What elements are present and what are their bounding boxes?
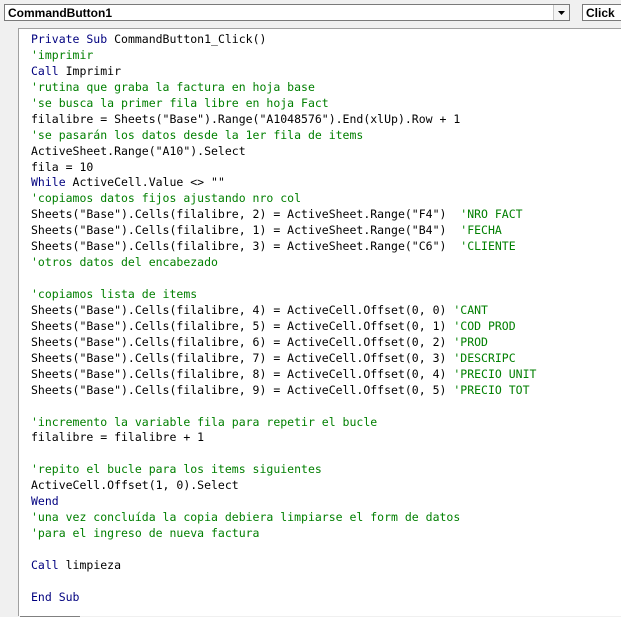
code-line[interactable]: 'una vez concluída la copia debiera limp…: [31, 510, 536, 526]
comment-token: 'se busca la primer fila libre en hoja F…: [31, 95, 329, 110]
code-token: Imprimir: [65, 63, 122, 78]
code-line[interactable]: Sheets("Base").Cells(filalibre, 5) = Act…: [31, 319, 536, 335]
code-line[interactable]: fila = 10: [31, 160, 536, 176]
comment-token: 'rutina que graba la factura en hoja bas…: [31, 79, 315, 94]
code-line[interactable]: Sheets("Base").Cells(filalibre, 2) = Act…: [31, 207, 536, 223]
code-line[interactable]: ActiveCell.Offset(1, 0).Select: [31, 478, 536, 494]
comment-token: 'para el ingreso de nueva factura: [31, 526, 260, 541]
comment-token: 'otros datos del encabezado: [31, 255, 218, 270]
code-line[interactable]: 'para el ingreso de nueva factura: [31, 526, 536, 542]
comment-token: 'FECHA: [460, 223, 502, 238]
code-token: Sheets("Base").Cells(filalibre, 1) = Act…: [31, 223, 461, 238]
comment-token: 'una vez concluída la copia debiera limp…: [31, 510, 461, 525]
object-combo-value: CommandButton1: [8, 6, 112, 20]
code-token: Sheets("Base").Cells(filalibre, 2) = Act…: [31, 207, 461, 222]
comment-token: 'incremento la variable fila para repeti…: [31, 414, 378, 429]
object-combo[interactable]: CommandButton1: [4, 4, 570, 21]
code-token: ActiveSheet.Range("A10").Select: [31, 143, 246, 158]
code-line[interactable]: 'imprimir: [31, 48, 536, 64]
comment-token: 'DESCRIPC: [453, 350, 516, 365]
code-line[interactable]: 'se busca la primer fila libre en hoja F…: [31, 96, 536, 112]
comment-token: 'se pasarán los datos desde la 1er fila …: [31, 127, 364, 142]
code-line[interactable]: Sheets("Base").Cells(filalibre, 9) = Act…: [31, 383, 536, 399]
code-line[interactable]: Private Sub CommandButton1_Click(): [31, 32, 536, 48]
code-line[interactable]: 'incremento la variable fila para repeti…: [31, 415, 536, 431]
code-token: filalibre = filalibre + 1: [31, 430, 205, 445]
code-pane[interactable]: Private Sub CommandButton1_Click()'impri…: [18, 28, 621, 616]
code-line[interactable]: 'repito el bucle para los items siguient…: [31, 462, 536, 478]
code-token: CommandButton1_Click(): [114, 32, 267, 46]
code-token: Sheets("Base").Cells(filalibre, 3) = Act…: [31, 239, 461, 254]
code-line[interactable]: [31, 446, 536, 462]
code-line[interactable]: 'rutina que graba la factura en hoja bas…: [31, 80, 536, 96]
keyword-token: Private Sub: [31, 32, 115, 46]
comment-token: 'imprimir: [31, 47, 94, 62]
procedure-combo-value: Click: [586, 6, 615, 20]
comment-token: 'NRO FACT: [460, 207, 523, 222]
keyword-token: While: [31, 175, 73, 190]
code-token: Sheets("Base").Cells(filalibre, 7) = Act…: [31, 350, 454, 365]
keyword-token: Call: [31, 557, 66, 572]
code-token: Sheets("Base").Cells(filalibre, 6) = Act…: [31, 334, 454, 349]
code-line[interactable]: filalibre = filalibre + 1: [31, 430, 536, 446]
code-line[interactable]: Sheets("Base").Cells(filalibre, 4) = Act…: [31, 303, 536, 319]
keyword-token: End Sub: [31, 589, 80, 604]
margin-indicator-bar[interactable]: [0, 27, 18, 617]
code-line[interactable]: ActiveSheet.Range("A10").Select: [31, 144, 536, 160]
code-line[interactable]: 'se pasarán los datos desde la 1er fila …: [31, 128, 536, 144]
code-token: limpieza: [65, 557, 122, 572]
code-token: Sheets("Base").Cells(filalibre, 9) = Act…: [31, 382, 454, 397]
code-token: Sheets("Base").Cells(filalibre, 5) = Act…: [31, 318, 454, 333]
keyword-token: Wend: [31, 494, 59, 509]
code-line[interactable]: [31, 542, 536, 558]
comment-token: 'CANT: [453, 302, 488, 317]
code-line[interactable]: [31, 399, 536, 415]
comment-token: 'PROD: [453, 334, 488, 349]
object-combo-dropdown-button[interactable]: [553, 5, 569, 20]
code-text[interactable]: Private Sub CommandButton1_Click()'impri…: [31, 32, 536, 606]
comment-token: 'copiamos lista de items: [31, 287, 198, 301]
code-line[interactable]: While ActiveCell.Value <> "": [31, 175, 536, 191]
code-line[interactable]: Sheets("Base").Cells(filalibre, 6) = Act…: [31, 335, 536, 351]
comment-token: 'PRECIO TOT: [453, 382, 530, 397]
comment-token: 'COD PROD: [453, 318, 516, 333]
code-token: ActiveCell.Offset(1, 0).Select: [31, 478, 239, 493]
code-line[interactable]: Sheets("Base").Cells(filalibre, 1) = Act…: [31, 223, 536, 239]
code-line[interactable]: filalibre = Sheets("Base").Range("A10485…: [31, 112, 536, 128]
code-window-toolbar: CommandButton1 Click: [0, 0, 621, 27]
comment-token: 'PRECIO UNIT: [453, 366, 537, 381]
comment-token: 'CLIENTE: [460, 239, 516, 254]
code-line[interactable]: Wend: [31, 494, 536, 510]
code-editor: Private Sub CommandButton1_Click()'impri…: [0, 27, 621, 617]
code-line[interactable]: 'copiamos lista de items: [31, 287, 536, 303]
code-token: Sheets("Base").Cells(filalibre, 4) = Act…: [31, 302, 454, 317]
code-line[interactable]: Call Imprimir: [31, 64, 536, 80]
code-line[interactable]: Call limpieza: [31, 558, 536, 574]
code-line[interactable]: Sheets("Base").Cells(filalibre, 8) = Act…: [31, 367, 536, 383]
comment-token: 'repito el bucle para los items siguient…: [31, 462, 322, 477]
code-line[interactable]: [31, 271, 536, 287]
code-line[interactable]: [31, 574, 536, 590]
code-line[interactable]: Sheets("Base").Cells(filalibre, 7) = Act…: [31, 351, 536, 367]
procedure-combo[interactable]: Click: [582, 4, 621, 21]
code-token: ActiveCell.Value <> "": [72, 175, 225, 190]
code-line[interactable]: Sheets("Base").Cells(filalibre, 3) = Act…: [31, 239, 536, 255]
code-token: filalibre = Sheets("Base").Range("A10485…: [31, 111, 461, 126]
code-line[interactable]: 'copiamos datos fijos ajustando nro col: [31, 191, 536, 207]
code-token: Sheets("Base").Cells(filalibre, 8) = Act…: [31, 366, 454, 381]
code-line[interactable]: End Sub: [31, 590, 536, 606]
code-line[interactable]: 'otros datos del encabezado: [31, 255, 536, 271]
chevron-down-icon: [558, 10, 565, 15]
comment-token: 'copiamos datos fijos ajustando nro col: [31, 191, 302, 206]
keyword-token: Call: [31, 63, 66, 78]
code-token: fila = 10: [31, 159, 94, 174]
